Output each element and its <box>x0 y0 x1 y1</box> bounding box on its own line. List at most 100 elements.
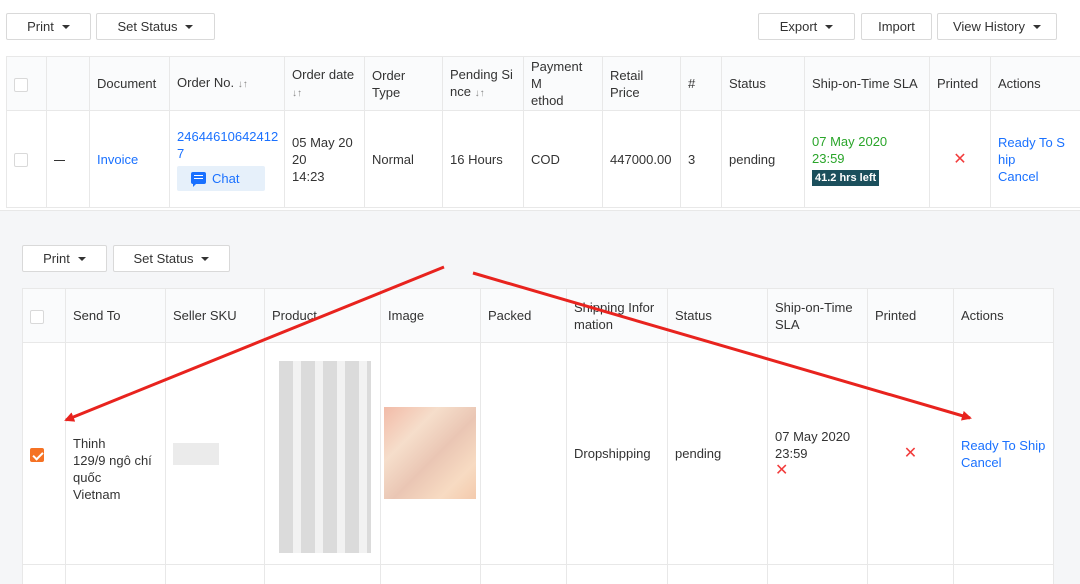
close-icon: ✕ <box>953 150 967 168</box>
select-all-checkbox[interactable] <box>14 77 28 92</box>
order-items-table: Send To Seller SKU Product Image Packed … <box>22 288 1054 584</box>
ready-line-2: hip <box>998 151 1016 167</box>
header-item-sla: Ship-on-Time SLA <box>767 288 868 343</box>
collapse-icon[interactable] <box>54 159 65 161</box>
view-history-label: View History <box>952 19 1025 34</box>
header-pending-since[interactable]: Pending Si nce ↓↑ <box>442 56 524 111</box>
cancel-link[interactable]: Cancel <box>998 169 1038 184</box>
blurred-product-image <box>384 407 476 499</box>
order-no-line-1: 24644610642412 <box>177 128 279 144</box>
order-date-line-3: 14:23 <box>292 168 325 184</box>
item-printed-cell: ✕ <box>867 342 954 565</box>
order-date-cell: 05 May 20 20 14:23 <box>284 110 365 208</box>
items-print-label: Print <box>43 251 70 266</box>
send-to-cell: Thinh 129/9 ngô chí quốc Vietnam <box>65 342 166 565</box>
print-button[interactable]: Print <box>6 13 91 40</box>
item-actions-cell: Ready To Ship Cancel <box>953 342 1054 565</box>
stub-cell <box>380 564 481 584</box>
set-status-button[interactable]: Set Status <box>96 13 215 40</box>
header-order-no[interactable]: Order No. ↓↑ <box>169 56 285 111</box>
header-actions: Actions <box>990 56 1080 111</box>
send-to-line-4: Vietnam <box>73 486 121 502</box>
blurred-sku <box>173 442 219 465</box>
caret-down-icon <box>185 24 194 29</box>
order-select-cell[interactable] <box>6 110 47 208</box>
stub-cell <box>566 564 668 584</box>
order-no-cell: 24644610642412 7 Chat <box>169 110 285 208</box>
header-shipping-label-2: mation <box>574 316 614 332</box>
caret-down-icon <box>825 24 834 29</box>
sort-icon[interactable]: ↓↑ <box>238 79 248 90</box>
header-item-actions: Actions <box>953 288 1054 343</box>
view-history-button[interactable]: View History <box>937 13 1057 40</box>
orders-table: Document Order No. ↓↑ Order date ↓↑ Order… <box>6 56 1080 208</box>
chat-button[interactable]: Chat <box>177 165 265 191</box>
header-status: Status <box>721 56 805 111</box>
blurred-product-name <box>279 361 371 553</box>
order-checkbox[interactable] <box>14 153 28 168</box>
send-to-line-2: 129/9 ngô chí <box>73 452 152 468</box>
stub-cell <box>867 564 954 584</box>
close-icon: ✕ <box>775 462 789 479</box>
header-send-to: Send To <box>65 288 166 343</box>
header-packed: Packed <box>480 288 567 343</box>
header-document: Document <box>89 56 170 111</box>
sla-date: 07 May 2020 <box>812 133 888 149</box>
export-label: Export <box>779 19 818 34</box>
collapse-cell[interactable] <box>46 110 90 208</box>
header-seller-sku: Seller SKU <box>165 288 265 343</box>
stub-cell <box>767 564 868 584</box>
caret-down-icon <box>61 24 70 29</box>
items-header-row: Send To Seller SKU Product Image Packed … <box>22 288 1054 343</box>
stub-cell <box>264 564 381 584</box>
product-cell <box>264 342 381 565</box>
items-set-status-button[interactable]: Set Status <box>113 245 230 272</box>
packed-cell <box>480 342 567 565</box>
sort-icon[interactable]: ↓↑ <box>292 88 302 99</box>
items-select-all-checkbox[interactable] <box>30 309 44 324</box>
sort-icon[interactable]: ↓↑ <box>475 88 485 99</box>
stub-cell <box>667 564 768 584</box>
header-payment-label-2: ethod <box>531 93 564 108</box>
expand-header <box>46 56 90 111</box>
header-item-status: Status <box>667 288 768 343</box>
items-select-all-cell[interactable] <box>22 288 66 343</box>
order-number-link[interactable]: 24644610642412 7 <box>177 128 279 162</box>
pending-cell: 16 Hours <box>442 110 524 208</box>
seller-sku-cell <box>165 342 265 565</box>
stub-cell <box>65 564 166 584</box>
image-cell <box>380 342 481 565</box>
caret-down-icon <box>1033 24 1041 29</box>
export-button[interactable]: Export <box>758 13 855 40</box>
status-cell: pending <box>721 110 805 208</box>
header-order-no-label: Order No. <box>177 75 235 90</box>
count-cell: 3 <box>680 110 722 208</box>
ready-line-1: Ready To S <box>998 134 1065 150</box>
shipping-cell: Dropshipping <box>566 342 668 565</box>
items-print-button[interactable]: Print <box>22 245 107 272</box>
caret-down-icon <box>77 256 86 261</box>
header-product: Product <box>264 288 381 343</box>
item-select-cell[interactable] <box>22 342 66 565</box>
chat-label: Chat <box>212 170 240 186</box>
item-cancel-link[interactable]: Cancel <box>961 455 1001 470</box>
header-order-date[interactable]: Order date ↓↑ <box>284 56 365 111</box>
checkbox-checked-icon[interactable] <box>30 447 44 462</box>
header-payment-method: Payment M ethod <box>523 56 603 111</box>
order-date-line-2: 20 <box>292 151 307 167</box>
header-payment-label-1: Payment M <box>531 59 583 91</box>
header-item-sla-label-2: SLA <box>775 316 800 332</box>
stub-cell <box>480 564 567 584</box>
import-label: Import <box>878 19 915 34</box>
select-all-cell[interactable] <box>6 56 47 111</box>
ready-to-ship-link[interactable]: Ready To Ship <box>998 135 1065 167</box>
item-row: Thinh 129/9 ngô chí quốc Vietnam Dropshi… <box>22 342 1054 565</box>
sla-cell: 07 May 2020 23:59 41.2 hrs left <box>804 110 930 208</box>
import-button[interactable]: Import <box>861 13 932 40</box>
header-printed: Printed <box>929 56 991 111</box>
close-icon: ✕ <box>903 445 918 462</box>
next-item-row <box>22 564 1054 584</box>
invoice-link[interactable]: Invoice <box>97 152 138 167</box>
item-ready-to-ship-link[interactable]: Ready To Ship <box>961 438 1045 453</box>
header-sla: Ship-on-Time SLA <box>804 56 930 111</box>
